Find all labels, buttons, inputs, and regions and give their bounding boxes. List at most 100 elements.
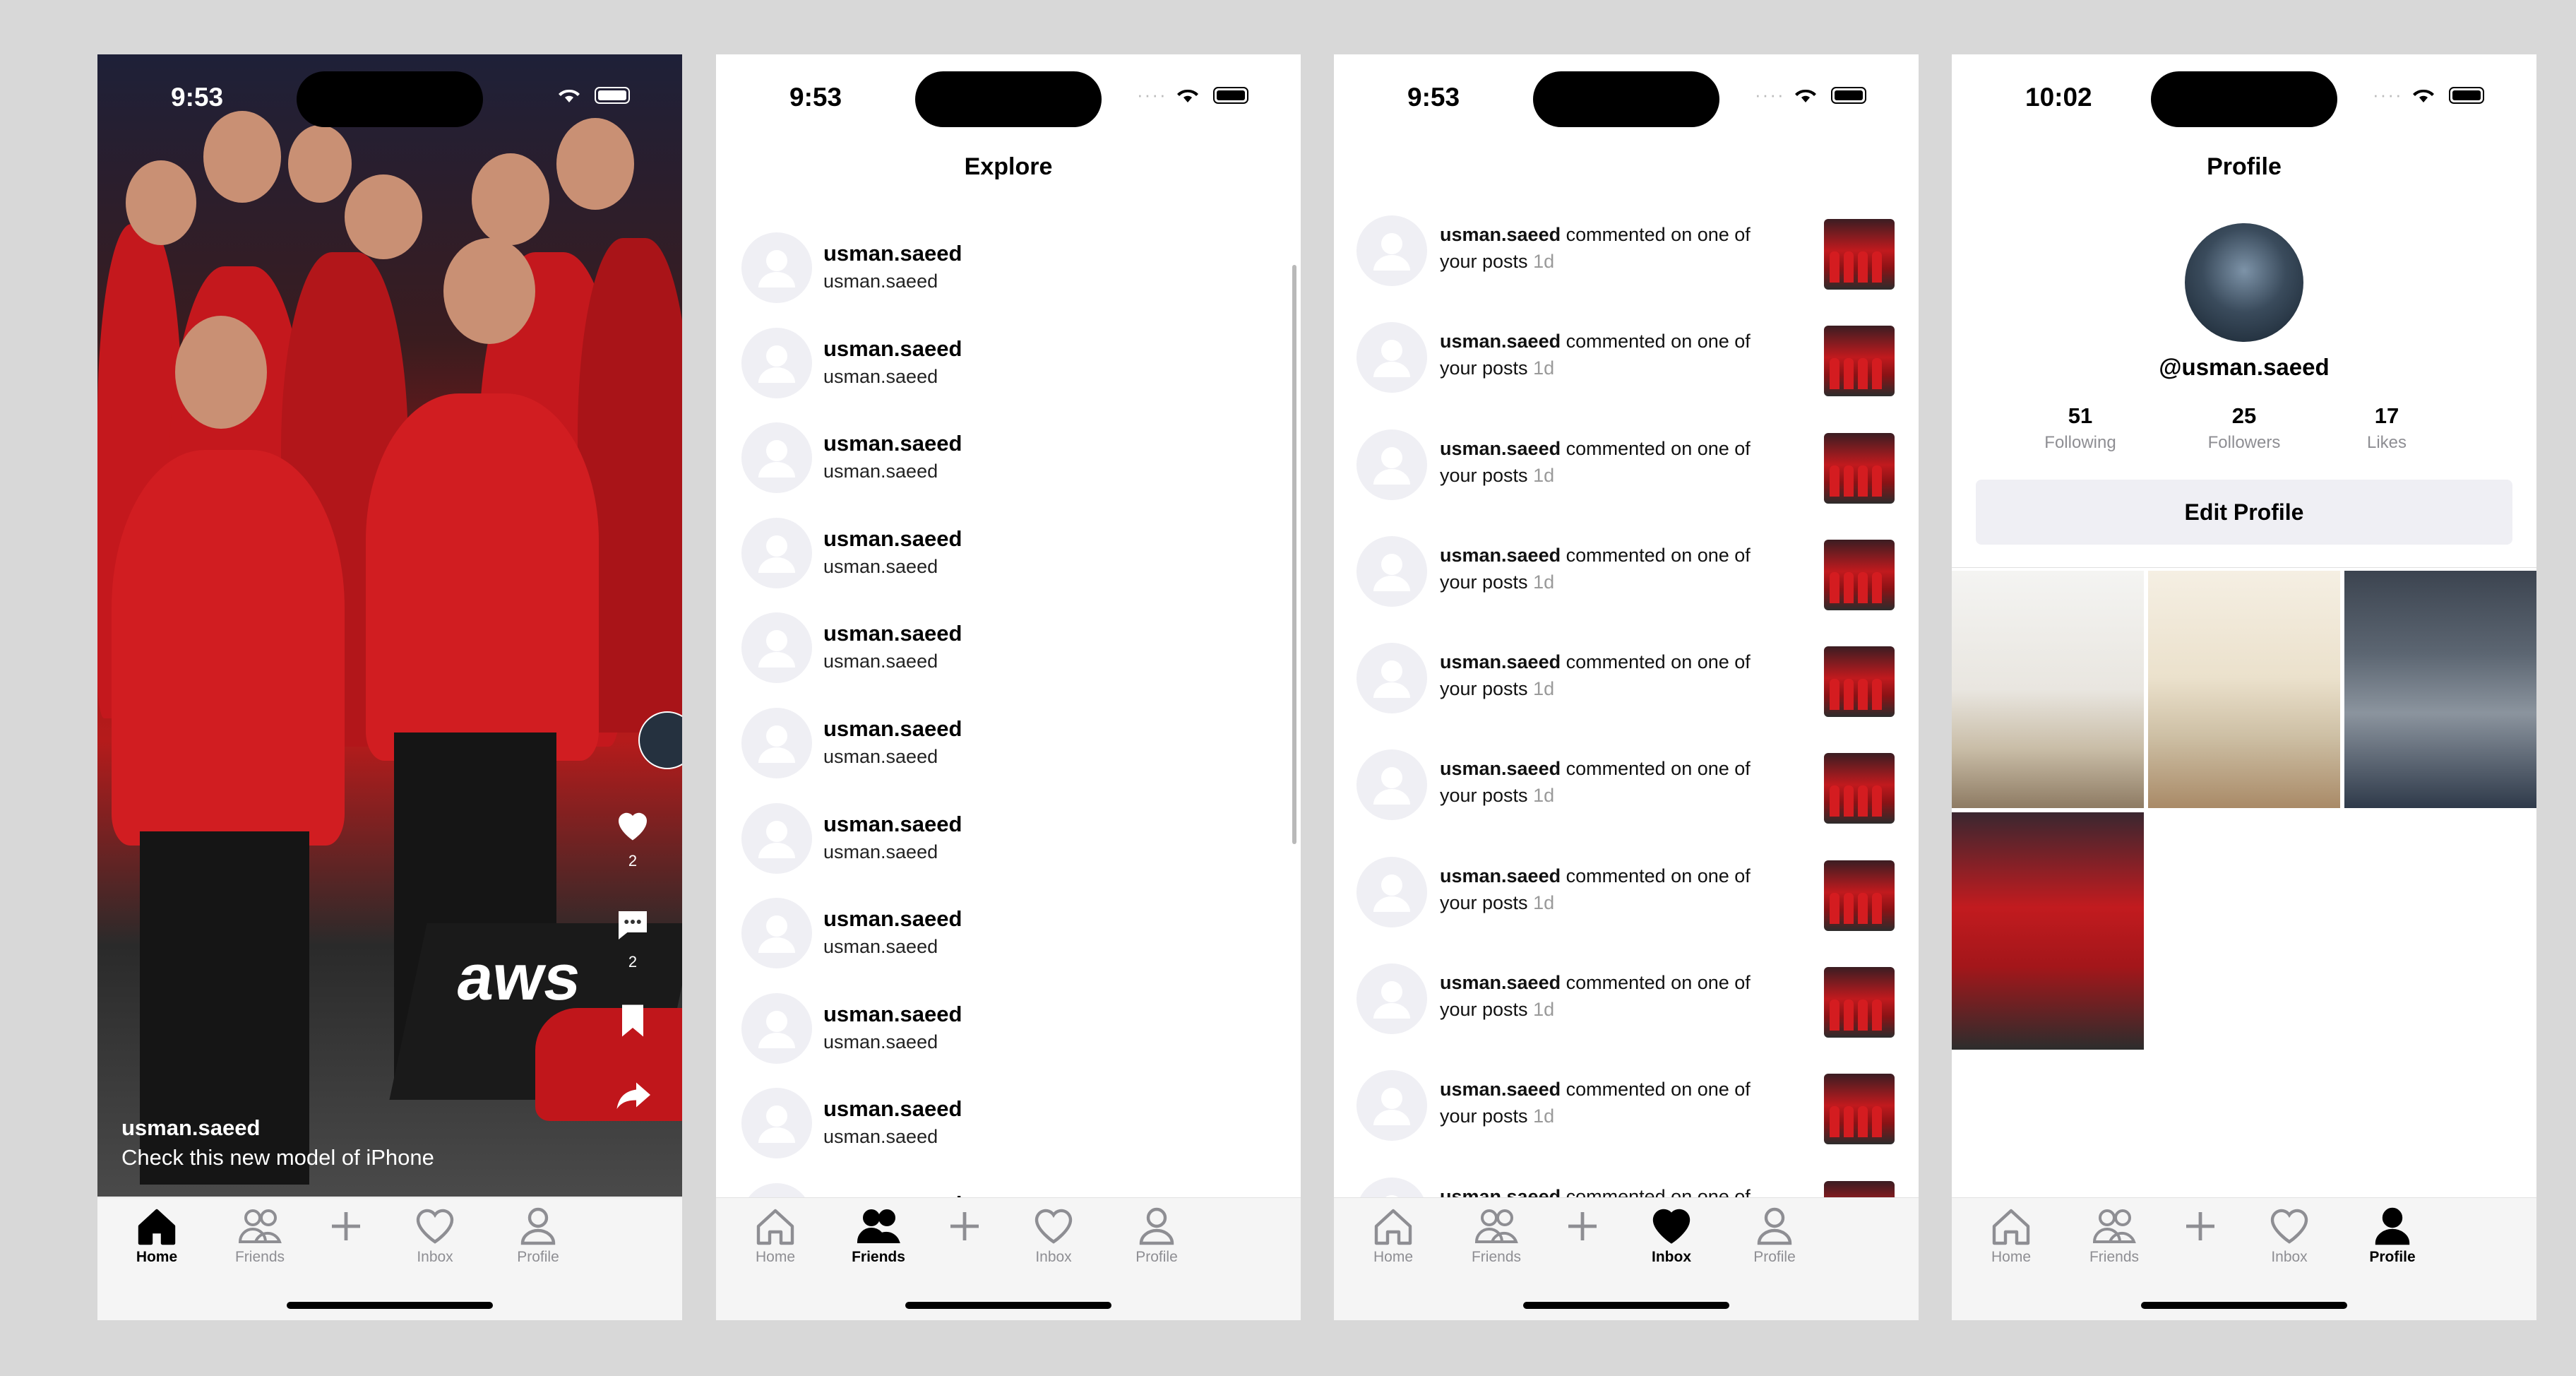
notification-row[interactable]: usman.saeed commented on one of your pos…: [1334, 514, 1919, 620]
notification-row[interactable]: usman.saeed commented on one of your pos…: [1334, 407, 1919, 514]
post-thumbnail-team[interactable]: [1952, 812, 2144, 1050]
user-handle: usman.saeed: [823, 1126, 938, 1148]
bookmark-icon[interactable]: [612, 1000, 654, 1042]
caption-text: Check this new model of iPhone: [121, 1145, 434, 1170]
post-thumbnail[interactable]: [1824, 219, 1895, 290]
tab-label: Profile: [517, 1249, 559, 1265]
tab-create[interactable]: [1540, 1206, 1625, 1249]
user-row[interactable]: usman.saeed usman.saeed: [716, 312, 1301, 408]
avatar: [1356, 535, 1427, 607]
user-row[interactable]: usman.saeed usman.saeed: [716, 978, 1301, 1073]
notification-row[interactable]: usman.saeed commented on one of your pos…: [1334, 834, 1919, 941]
post-thumbnail[interactable]: [1824, 539, 1895, 610]
default-avatar-icon: [758, 820, 795, 858]
user-row[interactable]: usman.saeed usman.saeed: [716, 502, 1301, 598]
tab-label: Friends: [2089, 1249, 2140, 1265]
user-row[interactable]: usman.saeed usman.saeed: [716, 882, 1301, 978]
tab-friends[interactable]: Friends: [836, 1206, 921, 1266]
house-icon: [1374, 1209, 1412, 1245]
user-handle: usman.saeed: [823, 555, 938, 577]
tab-friends[interactable]: Friends: [1454, 1206, 1539, 1266]
default-avatar-icon: [758, 630, 795, 668]
stat-value: 17: [2374, 403, 2399, 428]
status-time: 9:53: [789, 83, 842, 112]
post-thumbnail[interactable]: [1824, 753, 1895, 824]
like-heart-icon[interactable]: [612, 803, 654, 846]
notification-row[interactable]: usman.saeed commented on one of your pos…: [1334, 299, 1919, 406]
post-thumbnail[interactable]: [1824, 860, 1895, 931]
notification-row[interactable]: usman.saeed commented on one of your pos…: [1334, 727, 1919, 834]
tab-home[interactable]: Home: [1351, 1206, 1436, 1266]
notification-row[interactable]: usman.saeed commented on one of your pos…: [1334, 1048, 1919, 1154]
stat-following[interactable]: 51 Following: [2010, 403, 2151, 453]
tab-profile[interactable]: Profile: [496, 1206, 580, 1266]
tab-inbox[interactable]: Inbox: [1011, 1206, 1096, 1266]
caption-username[interactable]: usman.saeed: [121, 1115, 434, 1141]
tab-profile[interactable]: Profile: [1114, 1206, 1199, 1266]
tab-inbox[interactable]: Inbox: [393, 1206, 477, 1266]
scrollbar[interactable]: [1292, 265, 1296, 844]
edit-profile-button[interactable]: Edit Profile: [1976, 480, 2512, 545]
notification-user: usman.saeed: [1440, 972, 1561, 994]
notification-row[interactable]: usman.saeed commented on one of your pos…: [1334, 941, 1919, 1048]
user-handle: usman.saeed: [823, 461, 938, 482]
user-list[interactable]: usman.saeed usman.saeed usman.saeed usma…: [716, 217, 1301, 1197]
tab-inbox[interactable]: Inbox: [1629, 1206, 1714, 1266]
notification-text: usman.saeed commented on one of your pos…: [1440, 435, 1779, 489]
stat-likes[interactable]: 17 Likes: [2316, 403, 2457, 453]
plus-icon: [332, 1212, 360, 1240]
post-thumbnail-living-room[interactable]: [2344, 571, 2536, 808]
page-title: Profile: [2207, 153, 2282, 180]
share-arrow-icon[interactable]: [612, 1074, 654, 1116]
user-row[interactable]: usman.saeed usman.saeed: [716, 788, 1301, 883]
signal-icon: ····: [2373, 84, 2403, 105]
default-avatar-icon: [758, 535, 795, 573]
notification-row[interactable]: usman.saeed commented on one of your pos…: [1334, 620, 1919, 727]
tab-create[interactable]: [2158, 1206, 2243, 1249]
tab-inbox[interactable]: Inbox: [2247, 1206, 2332, 1266]
notification-age: 1d: [1533, 785, 1555, 807]
avatar: [1356, 215, 1427, 286]
post-thumbnail[interactable]: [1824, 1180, 1895, 1197]
notification-row[interactable]: usman.saeed commented on one of your pos…: [1334, 193, 1919, 299]
post-thumbnail-living-room[interactable]: [1952, 571, 2144, 808]
user-row[interactable]: usman.saeed usman.saeed: [716, 1168, 1301, 1197]
stat-followers[interactable]: 25 Followers: [2174, 403, 2315, 453]
video-post[interactable]: aws: [97, 54, 682, 1197]
profile-screen: 10:02 ···· Profile @usman.saeed 51 Follo…: [1952, 54, 2536, 1320]
wifi-icon: [1795, 89, 1816, 102]
user-row[interactable]: usman.saeed usman.saeed: [716, 1072, 1301, 1168]
tab-friends[interactable]: Friends: [217, 1206, 302, 1266]
tab-home[interactable]: Home: [1969, 1206, 2053, 1266]
user-row[interactable]: usman.saeed usman.saeed: [716, 407, 1301, 502]
tab-profile[interactable]: Profile: [2350, 1206, 2435, 1266]
heart-icon: [1652, 1209, 1690, 1244]
notification-row[interactable]: usman.saeed commented on one of your pos…: [1334, 1155, 1919, 1197]
notification-list[interactable]: usman.saeed commented on one of your pos…: [1334, 193, 1919, 1197]
post-thumbnail-living-room[interactable]: [2148, 571, 2340, 808]
user-row[interactable]: usman.saeed usman.saeed: [716, 692, 1301, 788]
post-thumbnail[interactable]: [1824, 1074, 1895, 1145]
tab-create[interactable]: [922, 1206, 1007, 1249]
post-thumbnail[interactable]: [1824, 646, 1895, 718]
status-bar: 9:53 ····: [716, 54, 1301, 132]
post-thumbnail[interactable]: [1824, 967, 1895, 1038]
tab-profile[interactable]: Profile: [1732, 1206, 1817, 1266]
house-icon: [756, 1209, 794, 1245]
profile-avatar[interactable]: [2185, 223, 2303, 342]
post-thumbnail[interactable]: [1824, 432, 1895, 504]
tab-friends[interactable]: Friends: [2072, 1206, 2157, 1266]
user-row[interactable]: usman.saeed usman.saeed: [716, 597, 1301, 692]
avatar: [741, 232, 812, 303]
user-handle: usman.saeed: [823, 271, 938, 292]
tab-create[interactable]: [304, 1206, 388, 1249]
people-icon: [857, 1209, 900, 1243]
post-thumbnail[interactable]: [1824, 326, 1895, 397]
user-row[interactable]: usman.saeed usman.saeed: [716, 217, 1301, 312]
comment-bubble-icon[interactable]: [612, 904, 654, 947]
person-icon: [2375, 1207, 2410, 1245]
dynamic-island: [915, 71, 1102, 127]
tab-home[interactable]: Home: [114, 1206, 199, 1266]
avatar: [1356, 749, 1427, 821]
tab-home[interactable]: Home: [733, 1206, 818, 1266]
